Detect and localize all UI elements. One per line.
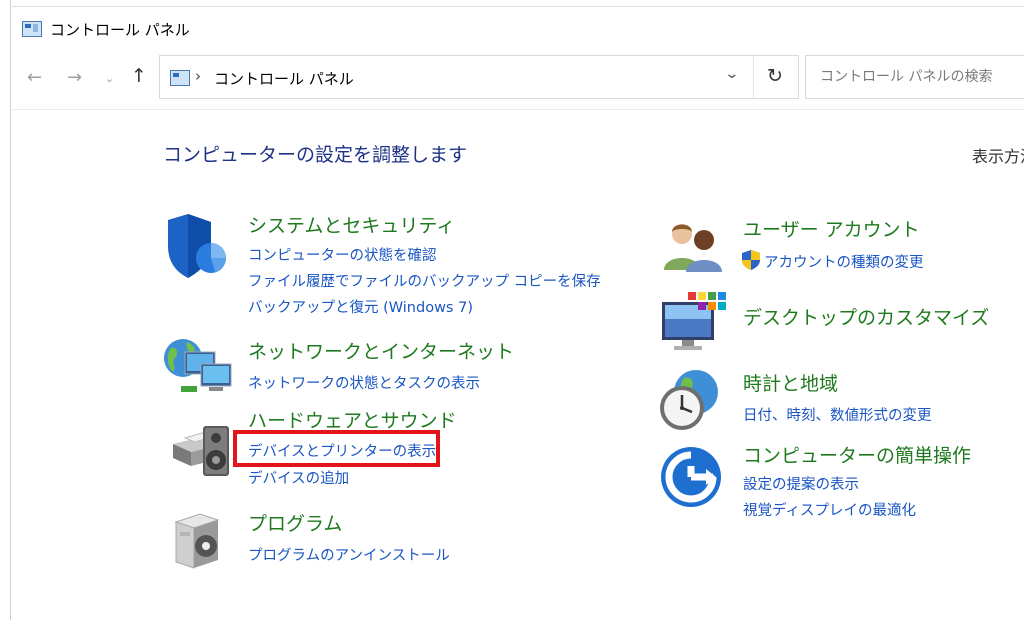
link-file-history-backup[interactable]: ファイル履歴でファイルのバックアップ コピーを保存: [248, 270, 601, 291]
category-ease-of-access[interactable]: コンピューターの簡単操作: [743, 441, 971, 468]
recent-locations-chevron-icon[interactable]: ⌄: [105, 72, 114, 85]
navigation-bar: ← → ⌄ ↑ › コントロール パネル ⌄ ↻: [11, 55, 1024, 101]
search-box[interactable]: [805, 55, 1024, 99]
link-change-account-type[interactable]: アカウントの種類の変更: [764, 251, 924, 272]
link-backup-restore[interactable]: バックアップと復元 (Windows 7): [248, 296, 473, 317]
view-by-label[interactable]: 表示方法: [972, 143, 1024, 167]
refresh-icon: ↻: [767, 65, 783, 87]
link-optimize-visual-display[interactable]: 視覚ディスプレイの最適化: [743, 499, 916, 520]
user-accounts-icon[interactable]: [660, 220, 724, 272]
link-network-status[interactable]: ネットワークの状態とタスクの表示: [248, 372, 480, 393]
window-title: コントロール パネル: [50, 20, 190, 39]
breadcrumb-separator-icon[interactable]: ›: [195, 67, 201, 85]
chevron-down-icon[interactable]: ⌄: [725, 66, 740, 82]
control-panel-icon: [22, 21, 42, 37]
breadcrumb-control-panel[interactable]: コントロール パネル: [214, 68, 354, 89]
category-system-security[interactable]: システムとセキュリティ: [248, 211, 455, 238]
link-suggested-settings[interactable]: 設定の提案の表示: [743, 473, 859, 494]
category-user-accounts[interactable]: ユーザー アカウント: [743, 215, 920, 242]
category-appearance[interactable]: デスクトップのカスタマイズ: [743, 303, 989, 330]
divider: [11, 109, 1024, 110]
page-title: コンピューターの設定を調整します: [163, 144, 468, 166]
link-change-date-time-format[interactable]: 日付、時刻、数値形式の変更: [743, 404, 932, 425]
clock-globe-icon[interactable]: [656, 368, 726, 434]
forward-arrow-icon[interactable]: →: [67, 67, 82, 88]
address-bar[interactable]: › コントロール パネル ⌄ ↻: [159, 55, 799, 99]
link-check-computer-status[interactable]: コンピューターの状態を確認: [248, 244, 437, 265]
uac-shield-icon: [742, 250, 760, 270]
refresh-button[interactable]: ↻: [753, 56, 798, 98]
desktop-customize-icon[interactable]: [660, 290, 726, 354]
control-panel-icon: [170, 70, 190, 86]
category-programs[interactable]: プログラム: [248, 509, 342, 536]
category-hardware-sound[interactable]: ハードウェアとサウンド: [248, 406, 457, 433]
category-clock-region[interactable]: 時計と地域: [743, 369, 838, 396]
up-arrow-icon[interactable]: ↑: [131, 65, 147, 87]
shield-icon[interactable]: [163, 212, 233, 282]
back-arrow-icon[interactable]: ←: [27, 67, 42, 88]
category-network-internet[interactable]: ネットワークとインターネット: [248, 337, 514, 364]
title-bar: コントロール パネル: [11, 7, 1024, 51]
link-add-device[interactable]: デバイスの追加: [248, 467, 349, 488]
highlight-box: [233, 430, 440, 467]
link-uninstall-program[interactable]: プログラムのアンインストール: [248, 544, 450, 565]
ease-of-access-icon[interactable]: [660, 446, 722, 508]
programs-icon[interactable]: [170, 508, 230, 572]
network-globe-icon[interactable]: [163, 334, 235, 398]
printer-speaker-icon[interactable]: [165, 416, 237, 480]
search-input[interactable]: [818, 68, 1022, 86]
